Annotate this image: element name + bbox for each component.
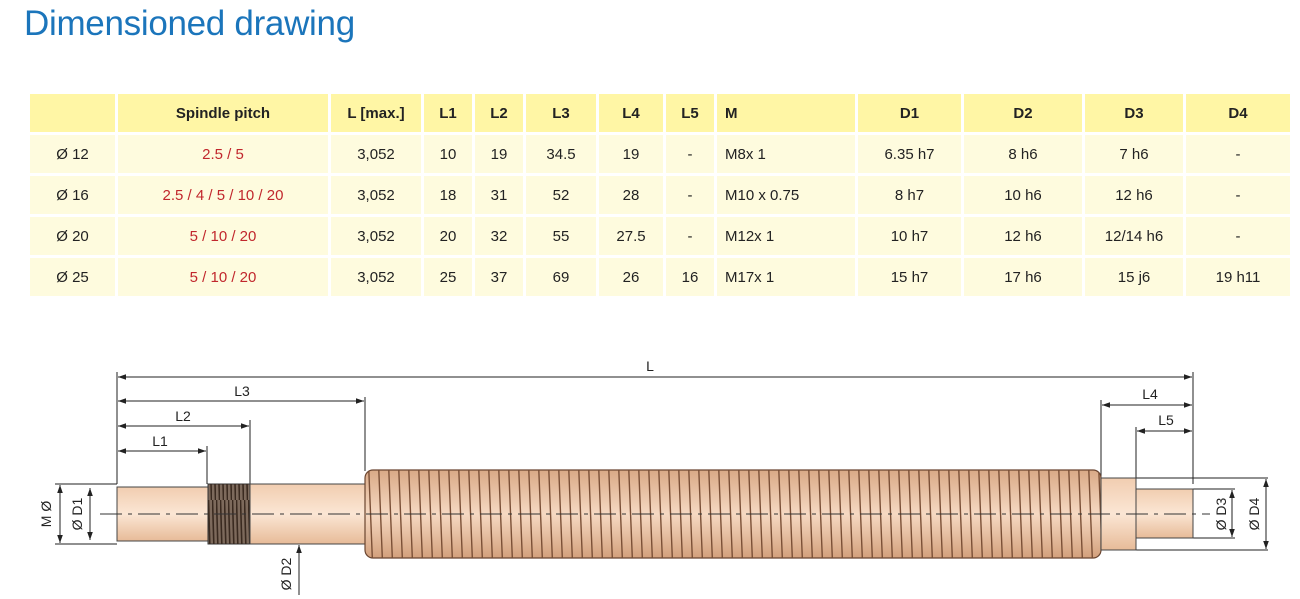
label-d4: Ø D4 [1246,497,1262,530]
cell-l3: 34.5 [526,135,596,173]
header-d4: D4 [1186,94,1290,132]
header-d2: D2 [964,94,1082,132]
page-title: Dimensioned drawing [24,4,355,43]
dimension-table: Spindle pitch L [max.] L1 L2 L3 L4 L5 M … [27,91,1293,299]
cell-m: M10 x 0.75 [717,176,855,214]
header-d3: D3 [1085,94,1183,132]
cell-d4: 19 h11 [1186,258,1290,296]
table-row: Ø 20 5 / 10 / 20 3,052 20 32 55 27.5 - M… [30,217,1290,255]
cell-l4: 26 [599,258,663,296]
cell-m: M17x 1 [717,258,855,296]
cell-l3: 55 [526,217,596,255]
label-d3: Ø D3 [1213,497,1229,530]
cell-spindle-pitch: 2.5 / 5 [118,135,328,173]
cell-l2: 37 [475,258,523,296]
cell-l-max: 3,052 [331,176,421,214]
cell-l4: 27.5 [599,217,663,255]
cell-l4: 28 [599,176,663,214]
cell-spindle-pitch: 5 / 10 / 20 [118,217,328,255]
cell-m: M8x 1 [717,135,855,173]
cell-d3: 7 h6 [1085,135,1183,173]
spindle-drawing: L L3 L2 L1 L4 L5 M Ø Ø D1 Ø D2 Ø D3 Ø D4 [38,358,1269,595]
cell-l5: - [666,135,714,173]
header-cell [30,94,115,132]
cell-d3: 12 h6 [1085,176,1183,214]
label-d2: Ø D2 [278,557,294,590]
label-l1: L1 [152,433,168,449]
label-l3: L3 [234,383,250,399]
cell-l1: 10 [424,135,472,173]
cell-diameter: Ø 25 [30,258,115,296]
cell-l2: 19 [475,135,523,173]
cell-d1: 10 h7 [858,217,961,255]
label-l5: L5 [1158,412,1174,428]
header-m: M [717,94,855,132]
cell-d1: 6.35 h7 [858,135,961,173]
header-d1: D1 [858,94,961,132]
label-d1: Ø D1 [69,497,85,530]
header-l4: L4 [599,94,663,132]
header-l5: L5 [666,94,714,132]
cell-d2: 17 h6 [964,258,1082,296]
cell-d1: 15 h7 [858,258,961,296]
cell-d3: 12/14 h6 [1085,217,1183,255]
cell-l1: 20 [424,217,472,255]
cell-l-max: 3,052 [331,258,421,296]
cell-d2: 8 h6 [964,135,1082,173]
cell-d2: 10 h6 [964,176,1082,214]
cell-d4: - [1186,135,1290,173]
cell-l2: 32 [475,217,523,255]
cell-l1: 18 [424,176,472,214]
header-l3: L3 [526,94,596,132]
cell-l5: 16 [666,258,714,296]
cell-l3: 52 [526,176,596,214]
cell-d4: - [1186,217,1290,255]
cell-l-max: 3,052 [331,217,421,255]
label-l2: L2 [175,408,191,424]
cell-diameter: Ø 20 [30,217,115,255]
cell-l5: - [666,217,714,255]
label-l4: L4 [1142,386,1158,402]
cell-d3: 15 j6 [1085,258,1183,296]
table-row: Ø 25 5 / 10 / 20 3,052 25 37 69 26 16 M1… [30,258,1290,296]
header-l2: L2 [475,94,523,132]
cell-spindle-pitch: 2.5 / 4 / 5 / 10 / 20 [118,176,328,214]
cell-l3: 69 [526,258,596,296]
cell-l1: 25 [424,258,472,296]
cell-l4: 19 [599,135,663,173]
cell-d1: 8 h7 [858,176,961,214]
cell-l5: - [666,176,714,214]
cell-d2: 12 h6 [964,217,1082,255]
cell-d4: - [1186,176,1290,214]
cell-diameter: Ø 16 [30,176,115,214]
table-row: Ø 16 2.5 / 4 / 5 / 10 / 20 3,052 18 31 5… [30,176,1290,214]
header-l-max: L [max.] [331,94,421,132]
label-l: L [646,358,654,374]
header-spindle-pitch: Spindle pitch [118,94,328,132]
table-header-row: Spindle pitch L [max.] L1 L2 L3 L4 L5 M … [30,94,1290,132]
cell-l-max: 3,052 [331,135,421,173]
cell-diameter: Ø 12 [30,135,115,173]
table-row: Ø 12 2.5 / 5 3,052 10 19 34.5 19 - M8x 1… [30,135,1290,173]
label-m: M Ø [38,501,54,528]
cell-spindle-pitch: 5 / 10 / 20 [118,258,328,296]
cell-l2: 31 [475,176,523,214]
cell-m: M12x 1 [717,217,855,255]
header-l1: L1 [424,94,472,132]
